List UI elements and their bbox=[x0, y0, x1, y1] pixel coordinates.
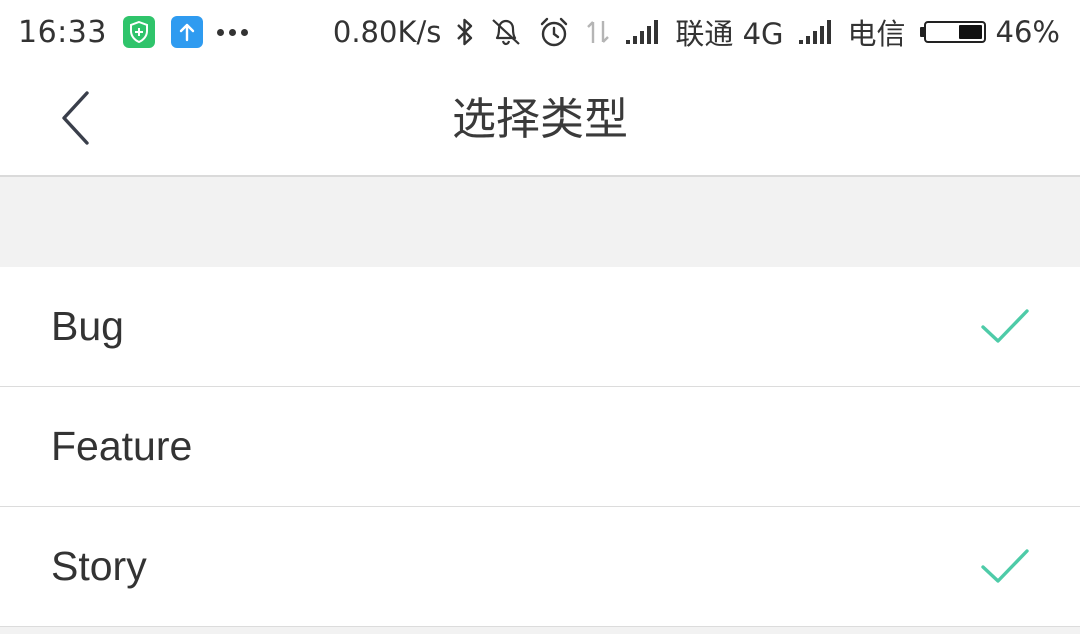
type-list: Bug Feature Story bbox=[0, 267, 1080, 627]
list-item-feature[interactable]: Feature bbox=[0, 387, 1080, 507]
data-arrows-icon bbox=[585, 17, 611, 47]
signal-icon bbox=[625, 19, 661, 45]
alarm-icon bbox=[537, 16, 571, 48]
status-bar: 16:33 0.80K/s 联通 4G 电信 46% bbox=[0, 0, 1080, 64]
battery-icon bbox=[919, 21, 986, 43]
nav-bar: 选择类型 bbox=[0, 64, 1080, 177]
list-item-label: Feature bbox=[51, 423, 193, 469]
upload-app-icon bbox=[170, 16, 203, 48]
list-item-label: Bug bbox=[51, 303, 124, 349]
shield-app-icon bbox=[122, 16, 155, 48]
carrier-2: 电信 bbox=[847, 17, 906, 51]
check-icon bbox=[980, 307, 1030, 345]
screen: 16:33 0.80K/s 联通 4G 电信 46% 选择类型 Bug Feat… bbox=[0, 0, 1080, 634]
signal-icon bbox=[798, 19, 834, 45]
status-bar-left: 16:33 bbox=[18, 0, 253, 64]
battery-percent: 46% bbox=[995, 15, 1060, 49]
page-title: 选择类型 bbox=[452, 94, 628, 145]
list-item-label: Story bbox=[51, 543, 147, 589]
list-item-bug[interactable]: Bug bbox=[0, 267, 1080, 387]
battery-level bbox=[958, 25, 982, 39]
bluetooth-icon bbox=[455, 17, 475, 47]
more-dots-icon bbox=[216, 28, 253, 36]
list-item-story[interactable]: Story bbox=[0, 507, 1080, 627]
bell-off-icon bbox=[489, 16, 523, 48]
carrier-1: 联通 4G bbox=[675, 17, 784, 51]
chevron-left-icon bbox=[62, 91, 89, 145]
status-bar-right: 0.80K/s 联通 4G 电信 46% bbox=[319, 0, 1060, 64]
network-speed: 0.80K/s bbox=[332, 15, 442, 49]
status-time: 16:33 bbox=[18, 14, 107, 50]
back-button[interactable] bbox=[44, 86, 108, 150]
check-icon bbox=[980, 547, 1030, 585]
